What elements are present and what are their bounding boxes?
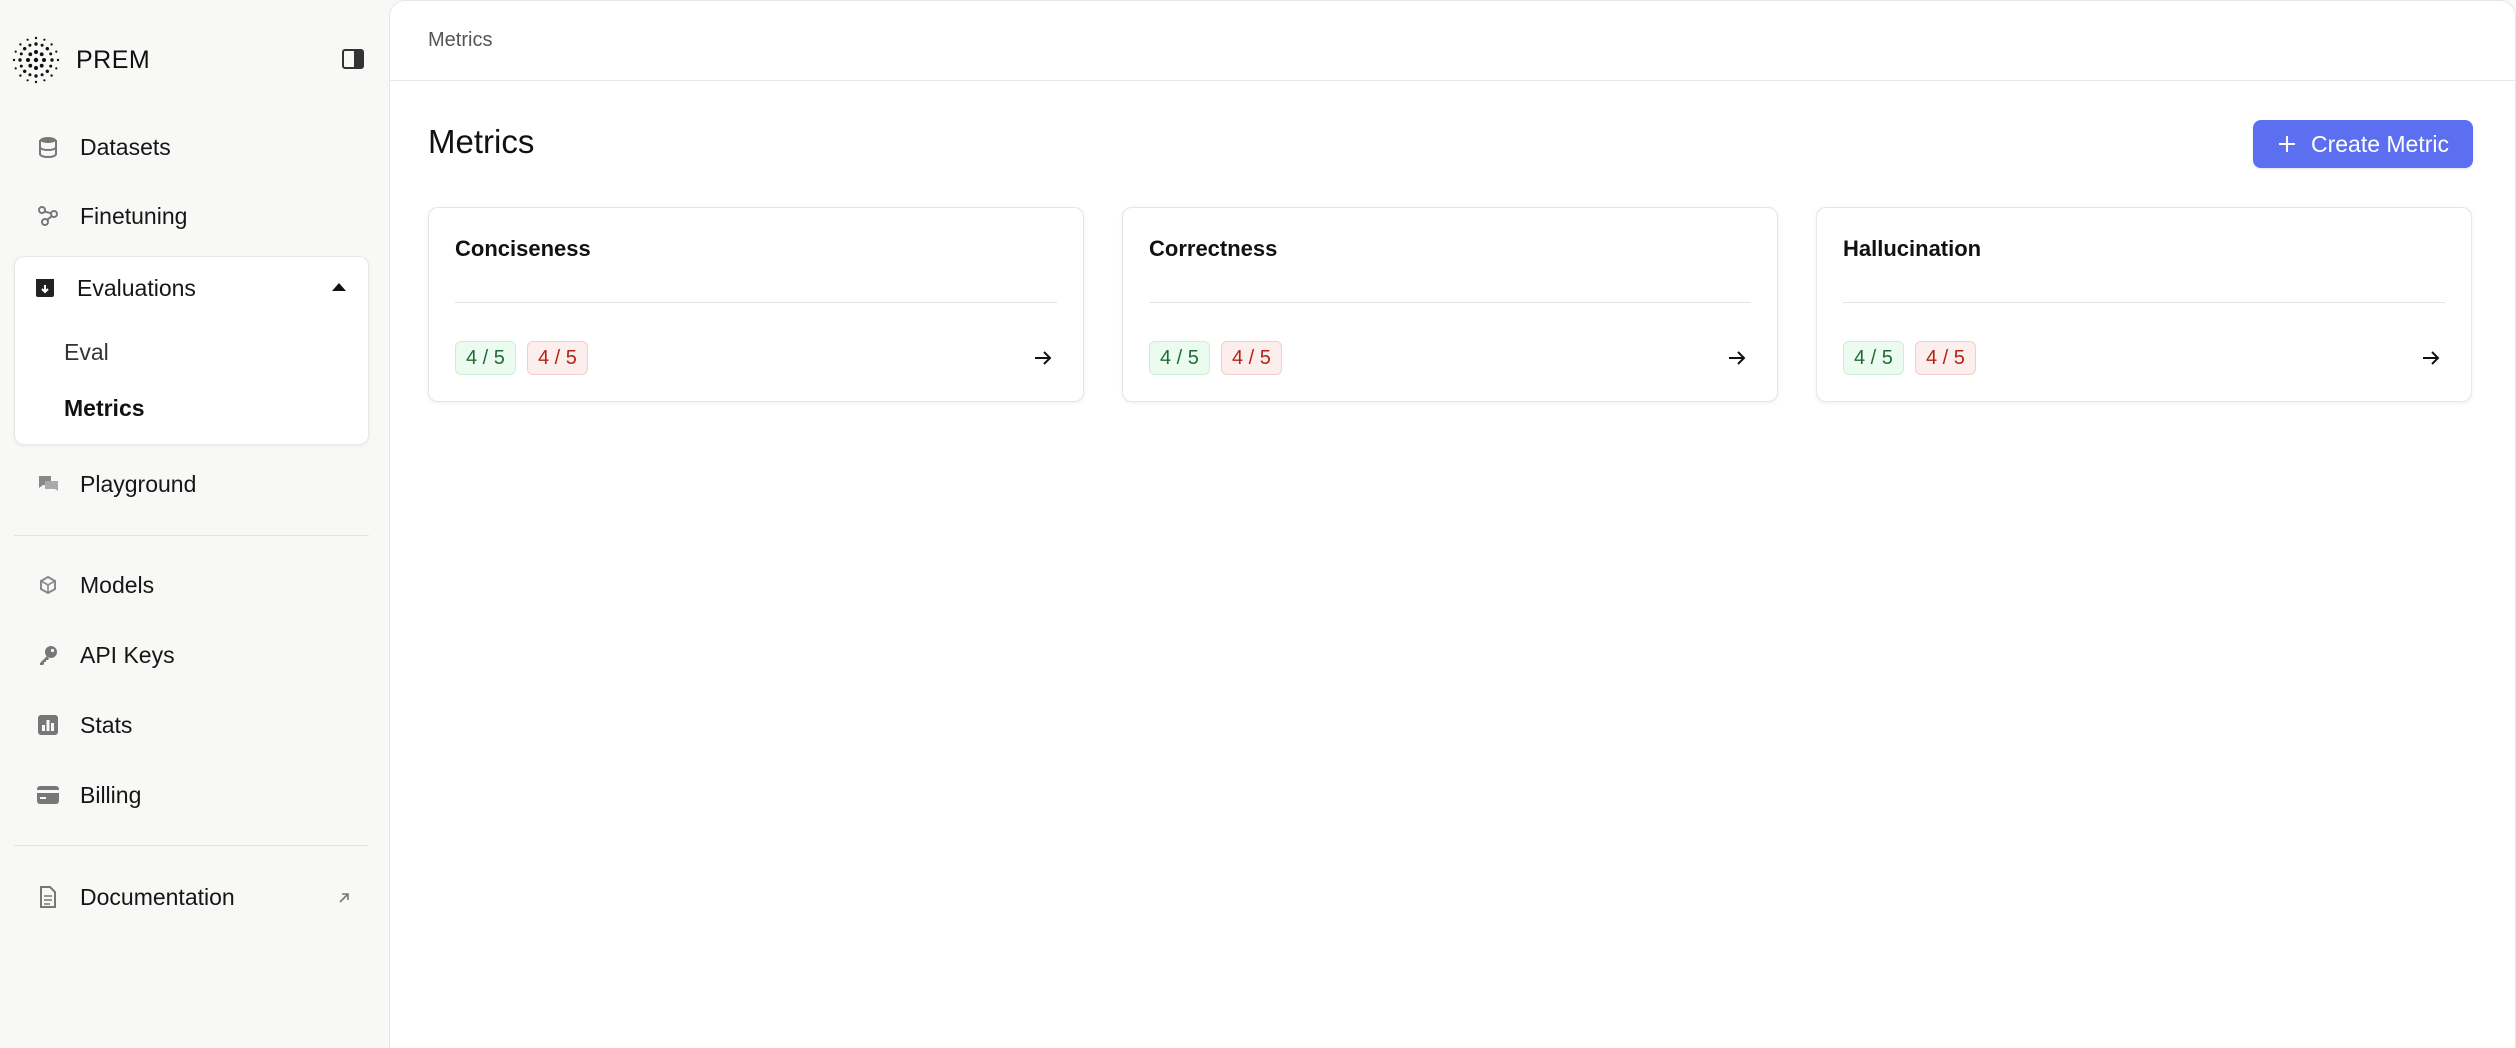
- metric-card-title: Conciseness: [455, 236, 591, 261]
- prem-logo-icon: [12, 36, 60, 84]
- arrow-right-icon[interactable]: [2419, 346, 2443, 370]
- fail-count-badge: 4 / 5: [1221, 341, 1282, 375]
- app-root: PREM Datasets Finetuning Evaluations Eva…: [0, 0, 2516, 1048]
- external-link-icon: [332, 886, 356, 910]
- sidebar-item-label: Billing: [80, 781, 142, 808]
- sidebar-toggle-button[interactable]: [338, 44, 368, 74]
- metric-card-conciseness[interactable]: Conciseness 4 / 5 4 / 5: [428, 207, 1084, 402]
- stats-icon: [28, 705, 68, 745]
- sidebar-subitem-metrics[interactable]: Metrics: [64, 395, 145, 422]
- sidebar-item-documentation[interactable]: Documentation: [14, 869, 368, 925]
- main-panel: Metrics Metrics Create Metric Concisenes…: [389, 0, 2516, 1048]
- evaluations-icon: [25, 268, 65, 308]
- document-icon: [28, 877, 68, 917]
- sidebar: PREM Datasets Finetuning Evaluations Eva…: [0, 0, 389, 1048]
- sidebar-divider: [14, 535, 369, 536]
- card-icon: [28, 775, 68, 815]
- sidebar-subitem-eval[interactable]: Eval: [64, 339, 109, 366]
- metric-card-divider: [455, 302, 1057, 303]
- sidebar-group-evaluations: Evaluations Eval Metrics: [14, 256, 369, 445]
- brand[interactable]: PREM: [12, 30, 372, 90]
- arrow-right-icon[interactable]: [1725, 346, 1749, 370]
- pass-count-badge: 4 / 5: [1843, 341, 1904, 375]
- sidebar-toggle-icon: [342, 49, 364, 69]
- sidebar-item-billing[interactable]: Billing: [14, 767, 368, 823]
- finetune-icon: [28, 196, 68, 236]
- pass-count-badge: 4 / 5: [1149, 341, 1210, 375]
- sidebar-item-stats[interactable]: Stats: [14, 697, 368, 753]
- breadcrumb[interactable]: Metrics: [428, 29, 492, 52]
- sidebar-item-playground[interactable]: Playground: [14, 456, 368, 512]
- create-metric-button[interactable]: Create Metric: [2253, 120, 2473, 168]
- sidebar-item-label: Stats: [80, 711, 133, 738]
- database-icon: [28, 127, 68, 167]
- chevron-up-icon[interactable]: [332, 283, 346, 291]
- metric-card-title: Hallucination: [1843, 236, 1982, 261]
- sidebar-item-label: Playground: [80, 470, 197, 497]
- brand-name: PREM: [76, 45, 151, 74]
- metric-card-hallucination[interactable]: Hallucination 4 / 5 4 / 5: [1816, 207, 2472, 402]
- sidebar-item-api-keys[interactable]: API Keys: [14, 627, 368, 683]
- metric-card-divider: [1149, 302, 1751, 303]
- sidebar-item-label: Documentation: [80, 883, 235, 910]
- sidebar-item-finetuning[interactable]: Finetuning: [14, 188, 368, 244]
- arrow-right-icon[interactable]: [1031, 346, 1055, 370]
- metric-card-title: Correctness: [1149, 236, 1278, 261]
- fail-count-badge: 4 / 5: [527, 341, 588, 375]
- fail-count-badge: 4 / 5: [1915, 341, 1976, 375]
- create-metric-label: Create Metric: [2310, 130, 2450, 157]
- sidebar-item-evaluations[interactable]: Evaluations: [15, 257, 368, 319]
- sidebar-item-models[interactable]: Models: [14, 557, 368, 613]
- chat-icon: [28, 464, 68, 504]
- metric-card-divider: [1843, 302, 2445, 303]
- top-bar: Metrics: [390, 1, 2515, 81]
- sidebar-item-datasets[interactable]: Datasets: [14, 119, 368, 175]
- page-title: Metrics: [428, 123, 535, 160]
- plus-icon: [2277, 134, 2297, 154]
- pass-count-badge: 4 / 5: [455, 341, 516, 375]
- sidebar-item-label: Datasets: [80, 133, 171, 160]
- sidebar-item-label: Models: [80, 571, 155, 598]
- sidebar-item-label: Finetuning: [80, 202, 188, 229]
- cube-icon: [28, 565, 68, 605]
- sidebar-item-label: API Keys: [80, 641, 175, 668]
- sidebar-item-label: Evaluations: [77, 274, 196, 301]
- metric-card-correctness[interactable]: Correctness 4 / 5 4 / 5: [1122, 207, 1778, 402]
- sidebar-divider: [14, 845, 369, 846]
- key-icon: [28, 635, 68, 675]
